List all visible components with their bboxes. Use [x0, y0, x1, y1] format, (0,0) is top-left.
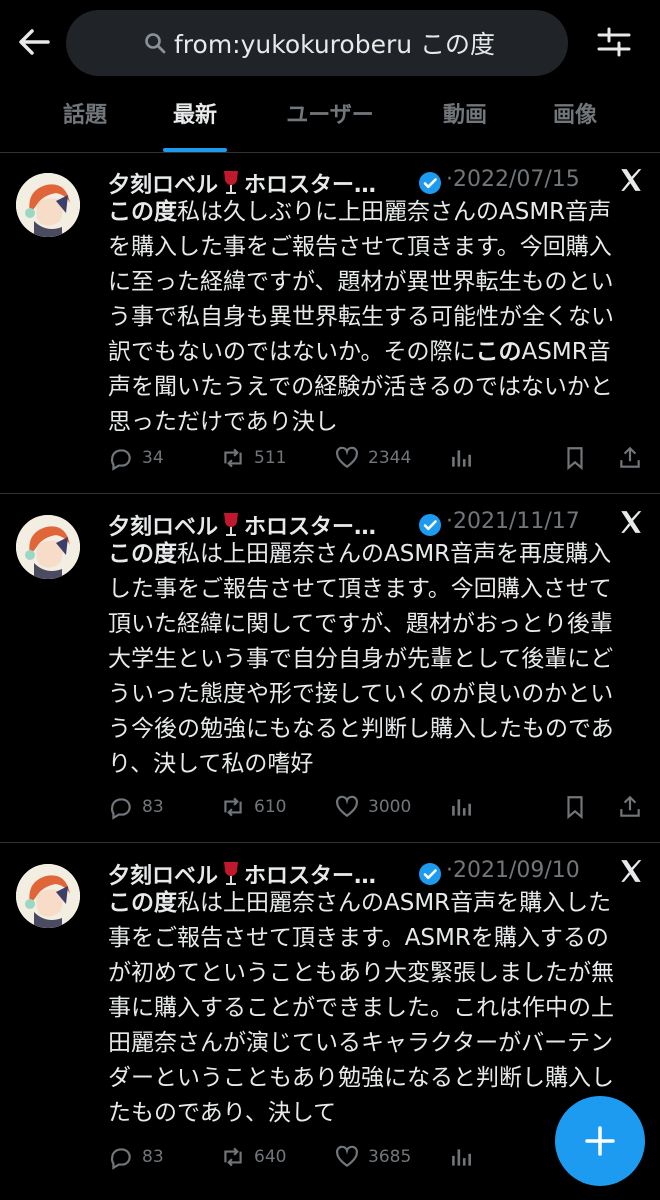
search-query: from:yukokuroberu この度 — [174, 30, 496, 59]
verified-badge-icon — [419, 863, 441, 885]
search-icon — [145, 33, 166, 54]
verified-badge-icon — [419, 172, 441, 194]
retweet-icon — [224, 448, 242, 468]
like-count: 3000 — [368, 797, 412, 817]
x-logo-icon — [621, 860, 642, 882]
search-highlight: この — [475, 339, 522, 365]
tweet-date[interactable]: ·2021/11/17 — [446, 509, 580, 534]
wine-glass-icon — [224, 862, 239, 885]
tweet-text: この度私は上田麗奈さんのASMR音声を購入した事をご報告させて頂きます。ASMR… — [108, 886, 628, 1131]
avatar-image — [16, 864, 80, 928]
reply-count: 83 — [142, 797, 164, 817]
like-button[interactable]: 3000 — [334, 792, 411, 822]
back-arrow-icon[interactable] — [14, 22, 54, 62]
avatar[interactable] — [16, 864, 80, 928]
avatar[interactable] — [16, 515, 80, 579]
tab-latest[interactable]: 最新 — [152, 88, 238, 152]
filter-settings-icon[interactable] — [596, 24, 632, 60]
tab-trending[interactable]: 話題 — [42, 88, 128, 152]
views-chart-icon — [452, 799, 471, 816]
views-button[interactable] — [448, 792, 474, 822]
bookmark-icon — [567, 796, 583, 820]
tab-images[interactable]: 画像 — [532, 88, 618, 152]
tweet-text: この度私は久しぶりに上田麗奈さんのASMR音声を購入した事をご報告させて頂きます… — [108, 195, 628, 440]
like-count: 2344 — [368, 448, 412, 468]
tweet-text-segment: 私は上田麗奈さんのASMR音声を購入した事をご報告させて頂きます。ASMRを購入… — [108, 890, 614, 1126]
tweet-card[interactable]: 夕刻ロベル ホロスター… ·2022/07/15 この度私は久しぶりに上田麗奈さん… — [0, 153, 660, 494]
like-button[interactable]: 2344 — [334, 443, 411, 473]
verified-badge-icon — [419, 514, 441, 536]
compose-button[interactable] — [555, 1096, 645, 1186]
share-button[interactable] — [617, 443, 643, 473]
retweet-icon — [224, 1147, 242, 1167]
tweet-text: この度私は上田麗奈さんのASMR音声を再度購入した事をご報告させて頂きます。今回… — [108, 537, 628, 782]
bookmark-icon — [567, 447, 583, 471]
views-button[interactable] — [448, 1142, 474, 1172]
like-button[interactable]: 3685 — [334, 1142, 411, 1172]
tweet-card[interactable]: 夕刻ロベル ホロスター… ·2021/11/17 この度私は上田麗奈さんのASMR… — [0, 495, 660, 843]
avatar-image — [16, 515, 80, 579]
top-bar: from:yukokuroberu この度 — [0, 0, 660, 88]
retweet-count: 610 — [254, 797, 287, 817]
reply-count: 34 — [142, 448, 164, 468]
reply-count: 83 — [142, 1147, 164, 1167]
heart-icon — [336, 1145, 358, 1167]
views-chart-icon — [452, 1149, 471, 1166]
retweet-button[interactable]: 511 — [220, 443, 286, 473]
x-logo-icon — [621, 511, 642, 533]
retweet-button[interactable]: 610 — [220, 792, 286, 822]
reply-button[interactable]: 34 — [108, 443, 164, 473]
heart-icon — [336, 795, 358, 817]
reply-icon — [110, 798, 131, 820]
search-tabs: 話題 最新 ユーザー 動画 画像 — [0, 88, 660, 153]
tab-users[interactable]: ユーザー — [262, 88, 398, 152]
retweet-button[interactable]: 640 — [220, 1142, 286, 1172]
search-input[interactable]: from:yukokuroberu この度 — [66, 10, 568, 76]
tweet-actions: 34 511 2344 — [108, 443, 640, 473]
views-chart-icon — [452, 450, 471, 467]
retweet-icon — [224, 797, 242, 817]
tab-videos[interactable]: 動画 — [422, 88, 508, 152]
share-icon — [620, 446, 640, 468]
tweet-date[interactable]: ·2021/09/10 — [446, 858, 580, 883]
tweet-text-segment: 私は上田麗奈さんのASMR音声を再度購入した事をご報告させて頂きます。今回購入さ… — [108, 541, 614, 777]
avatar[interactable] — [16, 173, 80, 237]
share-icon — [620, 795, 640, 817]
wine-glass-icon — [224, 171, 239, 194]
bookmark-button[interactable] — [562, 792, 588, 822]
tweet-actions: 83 610 3000 — [108, 792, 640, 822]
retweet-count: 511 — [254, 448, 287, 468]
share-button[interactable] — [617, 792, 643, 822]
search-highlight: この度 — [108, 199, 177, 225]
search-highlight: この度 — [108, 541, 177, 567]
reply-icon — [110, 449, 131, 471]
reply-button[interactable]: 83 — [108, 1142, 164, 1172]
heart-icon — [336, 446, 358, 468]
reply-button[interactable]: 83 — [108, 792, 164, 822]
tweet-date[interactable]: ·2022/07/15 — [446, 167, 580, 192]
plus-icon — [585, 1126, 615, 1156]
x-logo-icon — [621, 169, 642, 191]
reply-icon — [110, 1148, 131, 1170]
search-highlight: この度 — [108, 890, 177, 916]
like-count: 3685 — [368, 1147, 412, 1167]
bookmark-button[interactable] — [562, 443, 588, 473]
active-tab-indicator — [163, 148, 227, 152]
retweet-count: 640 — [254, 1147, 287, 1167]
avatar-image — [16, 173, 80, 237]
views-button[interactable] — [448, 443, 474, 473]
wine-glass-icon — [224, 513, 239, 536]
